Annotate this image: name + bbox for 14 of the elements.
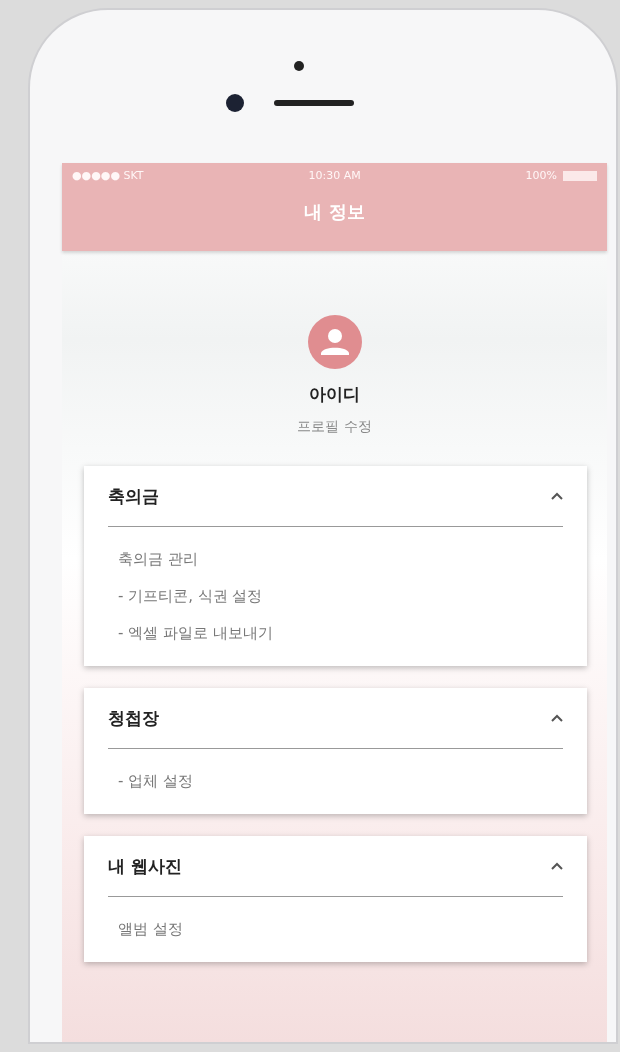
section-title[interactable]: 축의금 — [108, 484, 159, 508]
time-text: 10:30 AM — [308, 169, 361, 182]
menu-item[interactable]: - 기프티콘, 식권 설정 — [108, 578, 271, 615]
section-title[interactable]: 청첩장 — [108, 706, 159, 730]
menu-item[interactable]: 앨범 설정 — [108, 911, 191, 948]
section-title[interactable]: 내 웹사진 — [108, 854, 182, 878]
menu-item[interactable]: - 업체 설정 — [108, 763, 201, 800]
battery-text: 100% — [525, 169, 557, 182]
menu-item[interactable]: 축의금 관리 — [108, 541, 206, 578]
header-title: 내 정보 — [304, 200, 365, 224]
edit-profile-link[interactable]: 프로필 수정 — [297, 418, 372, 436]
carrier-text: ●●●●● SKT — [72, 169, 144, 182]
user-id-text: 아이디 — [309, 383, 360, 406]
menu-item[interactable]: - 엑셀 파일로 내보내기 — [108, 615, 281, 652]
